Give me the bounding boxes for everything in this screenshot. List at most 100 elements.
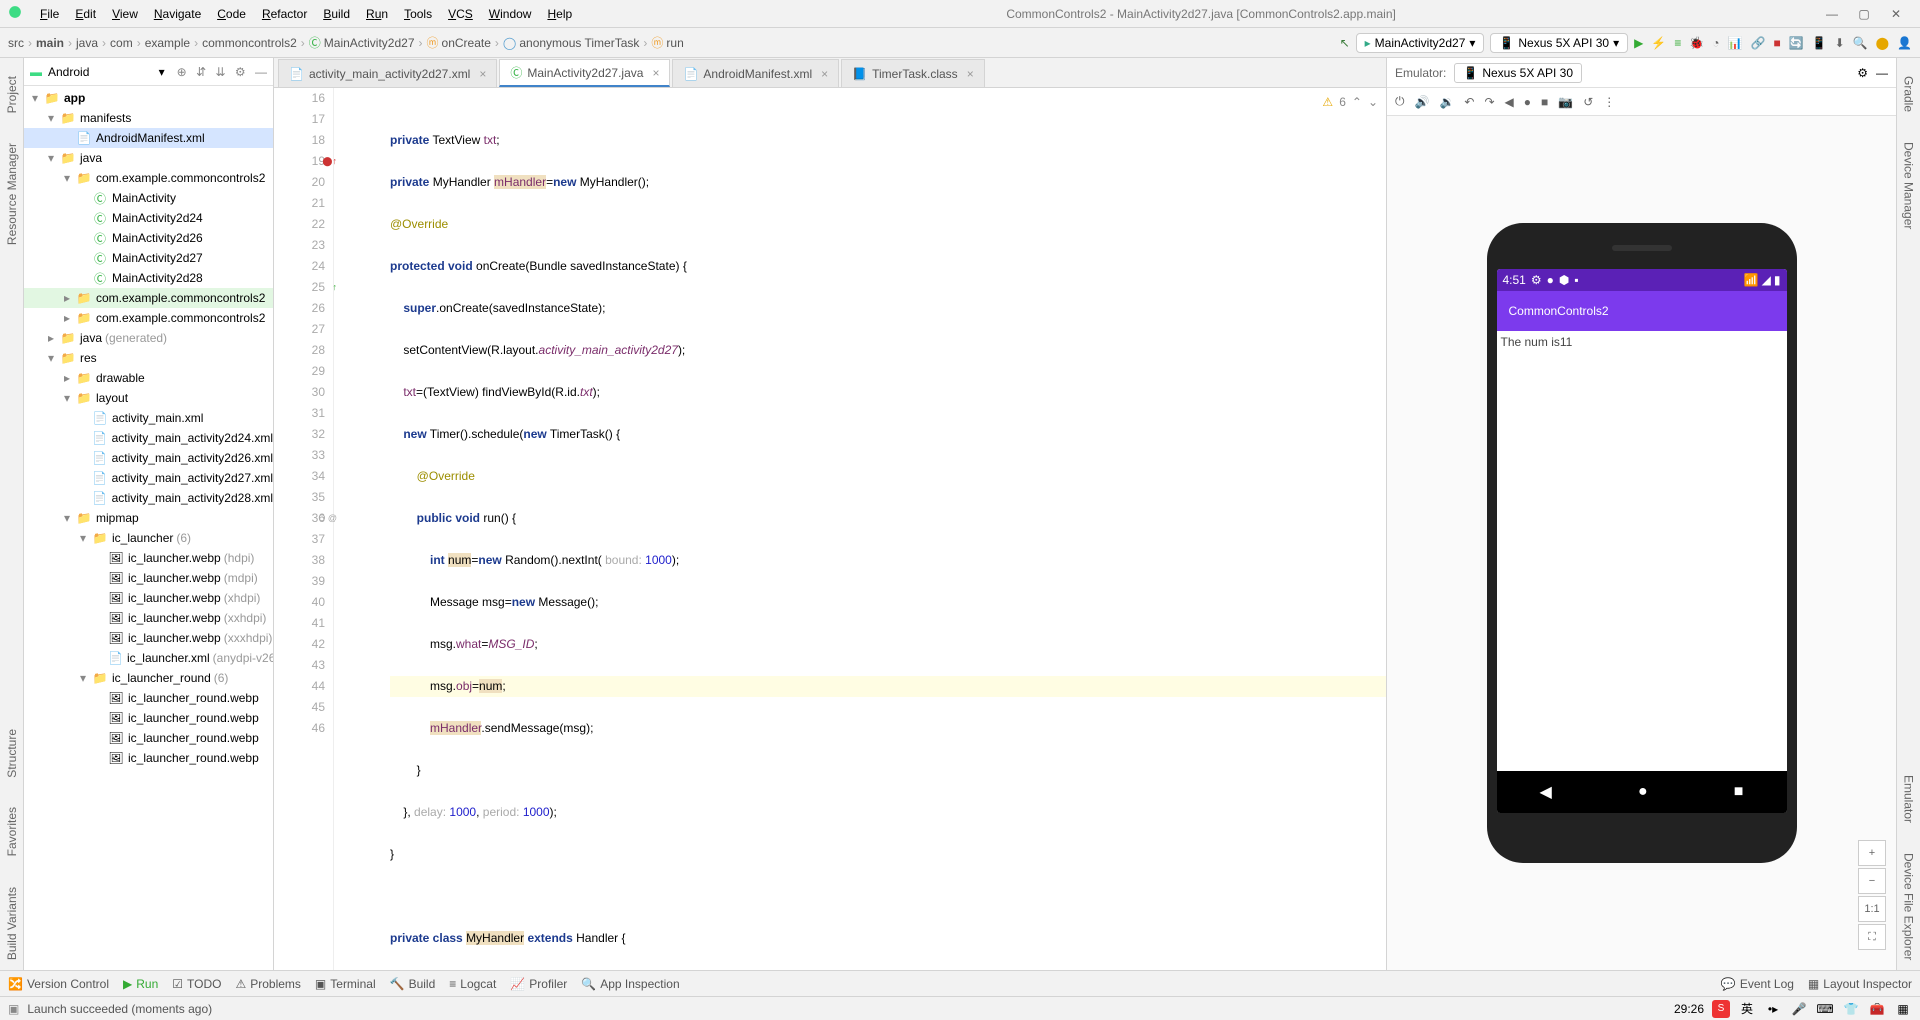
close-icon[interactable]: ×	[821, 67, 828, 81]
punct-icon[interactable]: •▸	[1764, 1000, 1782, 1018]
terminal-button[interactable]: ▣ Terminal	[315, 977, 376, 991]
close-window-icon[interactable]: ✕	[1886, 7, 1906, 21]
target-icon[interactable]: ⊕	[177, 65, 187, 79]
screenshot-icon[interactable]: 📷	[1558, 95, 1573, 109]
tree-round-1[interactable]: 🖼ic_launcher_round.webp	[24, 688, 273, 708]
tree-layout-24[interactable]: 📄activity_main_activity2d24.xml	[24, 428, 273, 448]
app-inspection-button[interactable]: 🔍 App Inspection	[581, 977, 679, 991]
menu-window[interactable]: Window	[481, 7, 540, 21]
bc-run[interactable]: ⓜrun	[651, 34, 683, 51]
zoom-fit-button[interactable]: ⛶	[1858, 924, 1886, 950]
tree-layout-26[interactable]: 📄activity_main_activity2d26.xml	[24, 448, 273, 468]
tree-webp-xxhdpi[interactable]: 🖼ic_launcher.webp(xxhdpi)	[24, 608, 273, 628]
stop-button-icon[interactable]: ■	[1773, 36, 1780, 50]
bc-anon[interactable]: ◯anonymous TimerTask	[503, 36, 639, 50]
sdk-manager-icon[interactable]: ⬇	[1835, 36, 1845, 50]
home-icon[interactable]: ●	[1524, 95, 1531, 109]
build-button[interactable]: 🔨 Build	[390, 977, 436, 991]
menu-code[interactable]: Code	[209, 7, 254, 21]
menu-edit[interactable]: Edit	[67, 7, 104, 21]
avd-manager-icon[interactable]: 📱	[1812, 36, 1827, 50]
emulator-tab[interactable]: 📱Nexus 5X API 30	[1454, 63, 1582, 83]
run-button-icon[interactable]: ▶	[1634, 36, 1643, 50]
skin-icon[interactable]: 👕	[1842, 1000, 1860, 1018]
run-tool-button[interactable]: ▶ Run	[123, 977, 158, 991]
ime-icon[interactable]: S	[1712, 1000, 1730, 1018]
bc-src[interactable]: src	[8, 36, 24, 50]
inspection-widget[interactable]: ⚠6 ⌃ ⌄	[1322, 92, 1378, 113]
project-view-selector[interactable]: Android	[48, 65, 153, 79]
tree-mipmap[interactable]: ▾📁mipmap	[24, 508, 273, 528]
tab-mainactivity[interactable]: ⒸMainActivity2d27.java×	[499, 59, 670, 87]
bc-example[interactable]: example	[145, 36, 190, 50]
attach-debugger-icon[interactable]: 🔗	[1750, 36, 1765, 50]
phone-screen[interactable]: 4:51 ⚙ ● ⬢ ▪ 📶◢▮ CommonControls2 The num…	[1497, 269, 1787, 813]
event-log-button[interactable]: 💬 Event Log	[1721, 977, 1794, 991]
version-control-button[interactable]: 🔀 Version Control	[8, 977, 109, 991]
menu-file[interactable]: File	[32, 7, 67, 21]
tree-webp-xhdpi[interactable]: 🖼ic_launcher.webp(xhdpi)	[24, 588, 273, 608]
nav-overview-icon[interactable]: ■	[1734, 783, 1744, 801]
menu-tools[interactable]: Tools	[396, 7, 440, 21]
tree-pkg2[interactable]: ▸📁com.example.commoncontrols2	[24, 288, 273, 308]
toolbox-icon[interactable]: 🧰	[1868, 1000, 1886, 1018]
tree-drawable[interactable]: ▸📁drawable	[24, 368, 273, 388]
tree-ic-xml[interactable]: 📄ic_launcher.xml(anydpi-v26)	[24, 648, 273, 668]
maximize-icon[interactable]: ▢	[1854, 7, 1874, 21]
menu-build[interactable]: Build	[315, 7, 358, 21]
settings-icon[interactable]: ⬤	[1876, 36, 1889, 50]
tree-activity26[interactable]: ⒸMainActivity2d26	[24, 228, 273, 248]
code-editor[interactable]: ⚠6 ⌃ ⌄ private TextView txt; private MyH…	[334, 88, 1386, 970]
tree-app[interactable]: ▾📁app	[24, 88, 273, 108]
tree-pkg3[interactable]: ▸📁com.example.commoncontrols2	[24, 308, 273, 328]
menu-view[interactable]: View	[104, 7, 146, 21]
structure-tool-button[interactable]: Structure	[5, 729, 19, 778]
volume-up-icon[interactable]: 🔊	[1415, 95, 1430, 109]
nav-back-icon[interactable]: ◀	[1540, 782, 1552, 802]
tree-ic-round[interactable]: ▾📁ic_launcher_round(6)	[24, 668, 273, 688]
collapse-icon[interactable]: ⇵	[196, 65, 206, 79]
lang-icon[interactable]: 英	[1738, 1000, 1756, 1018]
bc-pkg[interactable]: commoncontrols2	[202, 36, 297, 50]
tree-layout-main[interactable]: 📄activity_main.xml	[24, 408, 273, 428]
account-icon[interactable]: 👤	[1897, 36, 1912, 50]
tree-java-gen[interactable]: ▸📁java(generated)	[24, 328, 273, 348]
tree-java[interactable]: ▾📁java	[24, 148, 273, 168]
emulator-tool-button[interactable]: Emulator	[1902, 775, 1916, 823]
project-tree[interactable]: ▾📁app ▾📁manifests 📄AndroidManifest.xml ▾…	[24, 86, 273, 970]
menu-vcs[interactable]: VCS	[440, 7, 481, 21]
tree-ic-launcher[interactable]: ▾📁ic_launcher(6)	[24, 528, 273, 548]
close-icon[interactable]: ×	[652, 66, 659, 80]
menu-run[interactable]: Run	[358, 7, 396, 21]
tree-activity24[interactable]: ⒸMainActivity2d24	[24, 208, 273, 228]
menu-refactor[interactable]: Refactor	[254, 7, 315, 21]
rotate-left-icon[interactable]: ↶	[1464, 95, 1474, 109]
menu-navigate[interactable]: Navigate	[146, 7, 209, 21]
grid-icon[interactable]: ▦	[1894, 1000, 1912, 1018]
tree-round-2[interactable]: 🖼ic_launcher_round.webp	[24, 708, 273, 728]
power-icon[interactable]: ⏻	[1395, 94, 1405, 109]
hide-panel-icon[interactable]: —	[1876, 66, 1888, 80]
menu-help[interactable]: Help	[539, 7, 580, 21]
bc-java[interactable]: java	[76, 36, 98, 50]
bc-class[interactable]: ⒸMainActivity2d27	[309, 34, 415, 51]
tree-androidmanifest[interactable]: 📄AndroidManifest.xml	[24, 128, 273, 148]
layout-inspector-button[interactable]: ▦ Layout Inspector	[1808, 977, 1912, 991]
tree-activity28[interactable]: ⒸMainActivity2d28	[24, 268, 273, 288]
keyboard-icon[interactable]: ⌨	[1816, 1000, 1834, 1018]
tree-mainactivity[interactable]: ⒸMainActivity	[24, 188, 273, 208]
gear-icon[interactable]: ⚙	[1857, 66, 1868, 80]
problems-button[interactable]: ⚠ Problems	[235, 977, 300, 991]
tab-manifest[interactable]: 📄AndroidManifest.xml×	[672, 59, 839, 87]
zoom-out-button[interactable]: −	[1858, 868, 1886, 894]
more-icon[interactable]: ⋮	[1603, 95, 1615, 109]
nav-home-icon[interactable]: ●	[1638, 783, 1648, 801]
resource-manager-button[interactable]: Resource Manager	[5, 143, 19, 245]
logcat-button[interactable]: ≡ Logcat	[449, 977, 496, 991]
tree-pkg1[interactable]: ▾📁com.example.commoncontrols2	[24, 168, 273, 188]
close-icon[interactable]: ×	[479, 67, 486, 81]
expand-icon[interactable]: ⇊	[215, 65, 225, 79]
debug-icon[interactable]: 🐞	[1689, 36, 1704, 50]
gradle-tool-button[interactable]: Gradle	[1902, 76, 1916, 112]
chevron-down-icon[interactable]: ▾	[159, 65, 165, 79]
